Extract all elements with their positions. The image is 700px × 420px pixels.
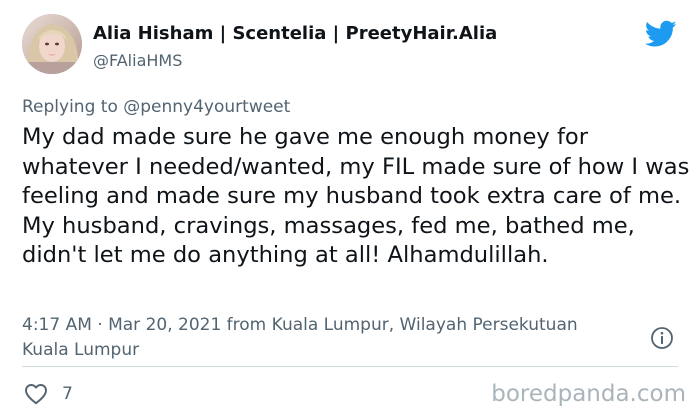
tweet-card: Alia Hisham | Scentelia | PreetyHair.Ali…	[0, 0, 700, 420]
like-count: 7	[62, 384, 73, 404]
reply-mention-link[interactable]: @penny4yourtweet	[123, 97, 290, 117]
tweet-text: My dad made sure he gave me enough money…	[22, 124, 690, 268]
display-name[interactable]: Alia Hisham | Scentelia | PreetyHair.Ali…	[93, 22, 497, 46]
twitter-bird-icon[interactable]	[644, 20, 677, 48]
avatar[interactable]	[22, 14, 82, 74]
tweet-timestamp[interactable]: 4:17 AM · Mar 20, 2021 from Kuala Lumpur…	[22, 313, 582, 363]
heart-outline-icon[interactable]	[24, 383, 48, 405]
user-handle[interactable]: @FAliaHMS	[93, 50, 182, 72]
watermark: boredpanda.com	[491, 381, 686, 407]
avatar-image	[22, 14, 82, 74]
divider	[22, 366, 678, 367]
replying-to-label: Replying to	[22, 97, 118, 117]
info-circle-icon[interactable]	[650, 326, 674, 350]
replying-to-line: Replying to @penny4yourtweet	[22, 96, 290, 118]
